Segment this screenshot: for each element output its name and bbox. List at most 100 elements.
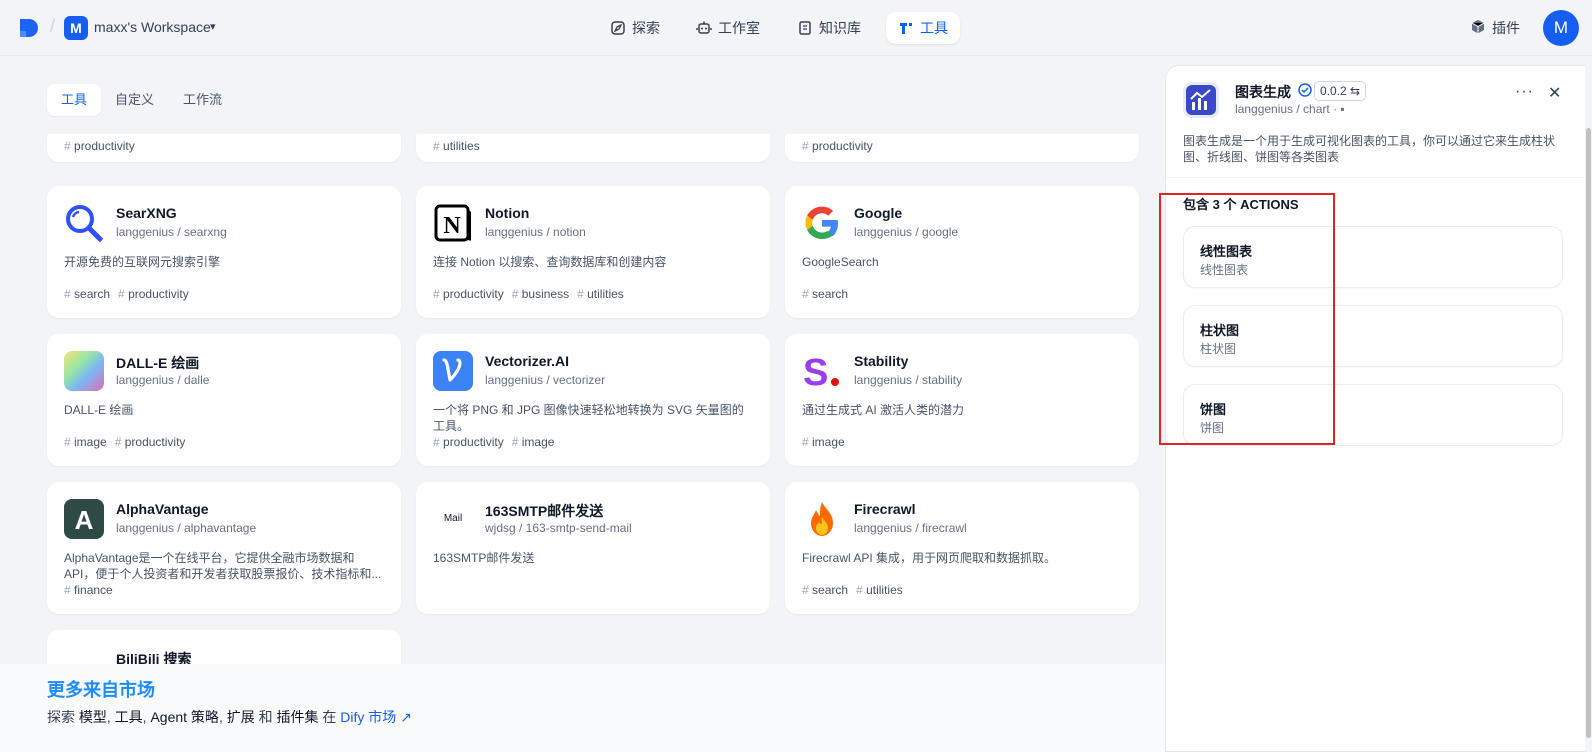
card-org: langgenius / searxng [116,225,227,239]
firecrawl-icon [802,499,842,539]
workspace-avatar[interactable]: M [64,16,88,40]
verified-icon [1298,83,1312,97]
card-org: langgenius / dalle [116,373,210,387]
action-name: 线性图表 [1200,244,1253,259]
card-tags: productivity [802,139,881,153]
nav-tab-studio[interactable]: 工作室 [684,12,772,44]
nav-tab-tools[interactable]: 工具 [886,12,960,44]
chevron-down-icon[interactable]: ▾ [210,20,216,33]
card-tags: search [802,287,856,301]
more-options-icon[interactable]: ··· [1515,83,1534,101]
card-desc: GoogleSearch [802,255,879,269]
card-tags: searchutilities [802,583,911,597]
workspace-name[interactable]: maxx's Workspace [94,19,211,35]
card-tags: utilities [433,139,488,153]
card-org: langgenius / notion [485,225,586,239]
card-desc: 连接 Notion 以搜索、查询数据库和创建内容 [433,255,667,269]
searxng-icon [64,203,104,243]
card-org: langgenius / google [854,225,959,239]
stability-icon: S [802,351,842,391]
card-desc: Firecrawl API 集成，用于网页爬取和数据抓取。 [802,551,1057,565]
action-line-chart[interactable]: 线性图表 线性图表 [1183,226,1563,288]
panel-title: 图表生成 [1235,84,1291,100]
nav-tab-knowledge[interactable]: 知识库 [785,12,873,44]
top-nav-bar: / M maxx's Workspace ▾ 探索 工作室 知识库 工具 插件 … [0,0,1592,56]
user-avatar[interactable]: M [1543,10,1579,46]
mail-icon: Mail [443,513,463,524]
tool-card[interactable]: productivity [785,134,1139,162]
book-icon [799,21,811,35]
dalle-icon [64,351,104,391]
cube-icon [1471,20,1485,34]
tool-icon [900,23,912,34]
tool-card-notion[interactable]: N Notion langgenius / notion 连接 Notion 以… [416,186,770,318]
subtab-custom[interactable]: 自定义 [101,84,168,116]
action-name: 饼图 [1200,402,1227,417]
market-link-tools[interactable]: 工具 [115,709,143,725]
tool-card-vectorizer[interactable]: Vectorizer.AI langgenius / vectorizer 一个… [416,334,770,466]
market-link-models[interactable]: 模型 [79,709,107,725]
card-desc: 开源免费的互联网元搜索引擎 [64,255,221,269]
card-name: SearXNG [116,205,177,221]
bilibili-icon [64,647,104,664]
market-link-strategies[interactable]: Agent 策略 [150,709,218,725]
tool-card-dalle[interactable]: DALL-E 绘画 langgenius / dalle DALL-E 绘画 i… [47,334,401,466]
card-tags: productivitybusinessutilities [433,287,632,301]
market-link-bundles[interactable]: 插件集 [277,709,319,725]
nav-tab-label: 探索 [632,20,660,36]
card-org: langgenius / alphavantage [116,521,257,535]
svg-text:A: A [75,505,94,535]
dify-logo-icon[interactable] [18,17,40,39]
card-tags: finance [64,583,121,597]
actions-count-title: 包含 3 个 ACTIONS [1183,197,1299,212]
action-pie-chart[interactable]: 饼图 饼图 [1183,384,1563,446]
robot-icon [696,21,712,34]
tool-card-google[interactable]: Google langgenius / google GoogleSearch … [785,186,1139,318]
tool-detail-panel: 图表生成 0.0.2 ⇆ langgenius / chart · ▪ ··· … [1165,65,1586,752]
dify-marketplace-link[interactable]: Dify 市场 ↗ [340,709,412,725]
subtab-tools[interactable]: 工具 [47,84,102,116]
version-badge[interactable]: 0.0.2 ⇆ [1314,81,1367,101]
nav-tab-explore[interactable]: 探索 [598,12,672,44]
alphavantage-icon: A [64,499,104,539]
card-desc: 通过生成式 AI 激活人类的潜力 [802,403,965,417]
plugins-button[interactable]: 插件 [1470,18,1520,38]
tool-card-firecrawl[interactable]: Firecrawl langgenius / firecrawl Firecra… [785,482,1139,614]
close-icon[interactable]: ✕ [1548,83,1561,103]
action-desc: 饼图 [1200,421,1225,435]
subtab-workflow[interactable]: 工作流 [169,84,236,116]
panel-scrollbar-thumb[interactable] [1586,128,1591,738]
card-desc: DALL-E 绘画 [64,403,134,417]
tool-card-stability[interactable]: S Stability langgenius / stability 通过生成式… [785,334,1139,466]
tool-card[interactable]: utilities [416,134,770,162]
compass-icon [611,21,625,35]
external-arrow-icon: ↗ [400,709,412,725]
tool-card-bilibili[interactable]: BiliBili 搜索 [47,630,401,664]
card-desc: AlphaVantage是一个在线平台，它提供全融市场数据和API，便于个人投资… [64,551,382,581]
svg-text:S: S [803,352,828,391]
google-icon [802,203,842,243]
tool-card[interactable]: productivity [47,134,401,162]
panel-description: 图表生成是一个用于生成可视化图表的工具，你可以通过它来生成柱状图、折线图、饼图等… [1183,134,1556,164]
card-tags: productivity [64,139,143,153]
tool-card-alphavantage[interactable]: A AlphaVantage langgenius / alphavantage… [47,482,401,614]
plugins-label: 插件 [1492,20,1520,36]
card-desc: 163SMTP邮件发送 [433,551,535,565]
action-name: 柱状图 [1200,323,1240,338]
card-org: wjdsg / 163-smtp-send-mail [485,521,632,535]
card-name: Notion [485,205,530,221]
marketplace-title: 更多来自市场 [47,680,155,700]
action-desc: 线性图表 [1200,263,1249,277]
nav-tab-label: 工具 [920,20,948,36]
switch-version-icon: ⇆ [1350,84,1361,98]
card-name: Vectorizer.AI [485,353,570,369]
market-link-extensions[interactable]: 扩展 [227,709,255,725]
action-bar-chart[interactable]: 柱状图 柱状图 [1183,305,1563,367]
tool-card-searxng[interactable]: SearXNG langgenius / searxng 开源免费的互联网元搜索… [47,186,401,318]
nav-tab-label: 知识库 [819,20,861,36]
card-desc: 一个将 PNG 和 JPG 图像快速轻松地转换为 SVG 矢量图的工具。 [433,403,744,433]
breadcrumb-separator: / [50,16,56,36]
tool-grid: productivity utilities productivity Sear… [0,134,1165,664]
card-name: DALL-E 绘画 [116,355,200,371]
tool-card-163smtp[interactable]: Mail 163SMTP邮件发送 wjdsg / 163-smtp-send-m… [416,482,770,614]
